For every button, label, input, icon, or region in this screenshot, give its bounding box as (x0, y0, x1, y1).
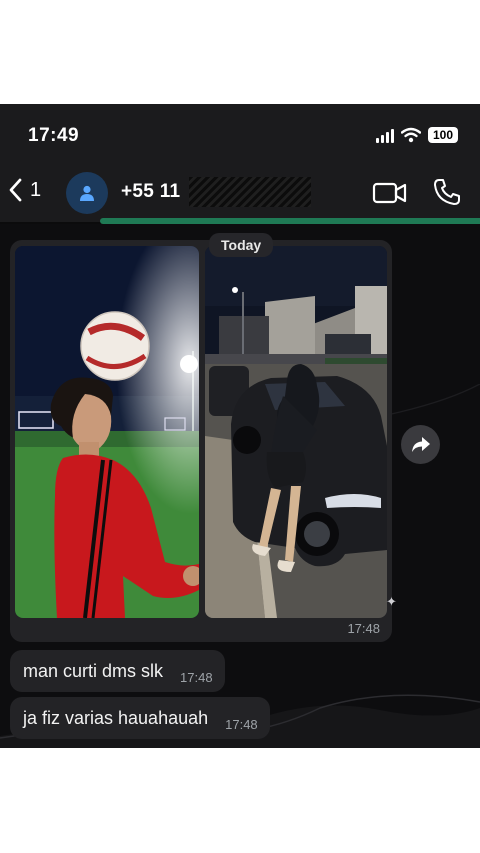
date-divider: Today (209, 233, 274, 257)
signal-icon (376, 128, 394, 143)
page: 17:49 100 1 +55 11 ✦ 17:48 Today man cur… (0, 0, 480, 853)
chat-area[interactable]: ✦ 17:48 Today man curti dms slk 17:48 ja… (0, 224, 480, 748)
avatar[interactable] (66, 172, 108, 214)
ai-sparkle-icon: ✦ (386, 594, 397, 609)
chevron-left-icon (9, 178, 22, 202)
redacted-number (189, 177, 311, 207)
person-icon (80, 185, 94, 201)
voice-call-button[interactable] (432, 177, 462, 207)
status-time: 17:49 (28, 125, 80, 146)
forward-button[interactable] (401, 425, 440, 464)
message-time: 17:48 (225, 716, 258, 732)
message-text: man curti dms slk (23, 660, 164, 681)
video-call-button[interactable] (372, 179, 408, 207)
wifi-icon (401, 127, 421, 143)
street-photo-image (205, 246, 387, 618)
unread-count: 1 (30, 178, 42, 201)
forward-arrow-icon (411, 436, 430, 452)
message-time: 17:48 (180, 669, 213, 685)
phone-screenshot: 17:49 100 1 +55 11 ✦ 17:48 Today man cur… (0, 104, 480, 748)
phone-icon (434, 179, 460, 205)
media-message-bubble[interactable]: ✦ 17:48 (10, 240, 397, 642)
battery-indicator: 100 (428, 127, 458, 143)
photo-street-car[interactable] (205, 246, 387, 618)
back-button[interactable]: 1 (6, 176, 41, 204)
status-icons: 100 (376, 126, 458, 144)
message-text: ja fiz varias hauahauah (23, 707, 209, 728)
media-timestamp: 17:48 (347, 621, 380, 636)
video-camera-icon (372, 182, 407, 204)
football-photo-image (15, 246, 199, 618)
chat-header: 1 +55 11 (0, 164, 480, 222)
status-bar: 17:49 100 (0, 104, 480, 164)
message-bubble[interactable]: ja fiz varias hauahauah 17:48 (10, 697, 270, 739)
contact-name[interactable]: +55 11 (121, 181, 180, 203)
message-bubble[interactable]: man curti dms slk 17:48 (10, 650, 225, 692)
photo-football-player[interactable] (15, 246, 199, 618)
